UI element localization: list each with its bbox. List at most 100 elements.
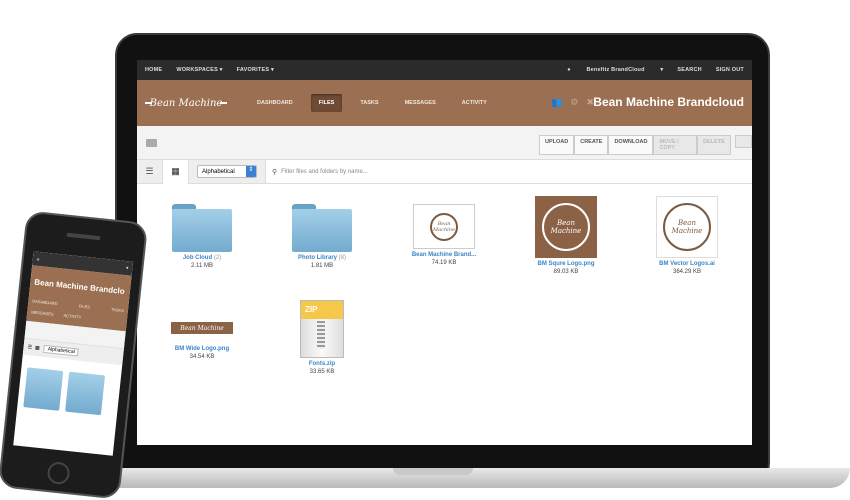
page-title: Bean Machine Brandcloud xyxy=(593,95,744,109)
user-icon: ● xyxy=(567,67,571,73)
phone-title: Bean Machine Brandclo xyxy=(33,277,126,297)
file-count: (2) xyxy=(213,255,222,261)
file-item[interactable]: Bean Machine BM Vector Logos.ai 364.29 K… xyxy=(642,196,732,275)
file-name: BM Vector Logos.ai xyxy=(659,261,715,267)
tab-dashboard[interactable]: DASHBOARD xyxy=(249,94,301,112)
phone-tab[interactable]: ACTIVITY xyxy=(63,313,81,320)
chevron-down-icon: ▾ xyxy=(219,67,223,73)
tab-files[interactable]: FILES xyxy=(310,94,343,112)
laptop-notch xyxy=(393,468,473,475)
file-size: 74.19 KB xyxy=(431,260,457,266)
logo-text: Bean Machine xyxy=(149,97,223,109)
file-size: 1.81 MB xyxy=(310,263,334,269)
file-size: 34.54 KB xyxy=(189,354,215,360)
delete-button[interactable]: DELETE xyxy=(697,135,731,155)
file-item[interactable]: Photo Library (8) 1.81 MB xyxy=(277,204,367,269)
app-window: HOME WORKSPACES ▾ FAVORITES ▾ ● Benefitz… xyxy=(137,60,752,445)
brand-logo[interactable]: Bean Machine xyxy=(145,96,227,110)
filter-placeholder: Filter files and folders by name... xyxy=(281,168,368,175)
list-view-icon[interactable]: ☰ xyxy=(137,159,163,184)
move-copy-button[interactable]: MOVE / COPY xyxy=(653,135,698,155)
logo-seal: Bean Machine xyxy=(542,203,590,251)
file-toolbar: UPLOAD CREATE DOWNLOAD MOVE / COPY DELET… xyxy=(137,126,752,160)
main-tabs: DASHBOARD FILES TASKS MESSAGES ACTIVITY xyxy=(249,94,505,112)
nav-workspaces-label: WORKSPACES xyxy=(176,67,218,73)
phone-speaker xyxy=(66,232,101,241)
image-thumbnail: Bean Machine xyxy=(656,196,718,258)
chevron-down-icon: ▾ xyxy=(660,67,664,73)
file-count: (8) xyxy=(338,255,347,261)
brand-icons: 👥 ⚙ ✖ xyxy=(543,97,594,108)
file-size: 33.65 KB xyxy=(309,369,335,375)
file-name: Job Cloud xyxy=(182,255,213,261)
nav-favorites[interactable]: FAVORITES ▾ xyxy=(237,67,274,73)
logo-seal: Bean Machine xyxy=(663,203,711,251)
sort-select[interactable]: Alphabetical ⇕ xyxy=(197,165,257,178)
home-button[interactable] xyxy=(46,461,71,486)
create-button[interactable]: CREATE xyxy=(574,135,609,155)
file-name: Fonts.zip xyxy=(308,361,336,367)
phone-tab[interactable]: TASKS xyxy=(111,307,124,313)
action-buttons: UPLOAD CREATE DOWNLOAD MOVE / COPY DELET… xyxy=(539,135,752,155)
users-icon[interactable]: 👥 xyxy=(551,97,562,108)
nav-search[interactable]: SEARCH xyxy=(677,67,701,73)
file-name: Photo Library xyxy=(297,255,337,261)
phone-brand-bar: Bean Machine Brandclo DASHBOARD FILES TASK… xyxy=(26,265,132,332)
filter-input[interactable]: ⚲ Filter files and folders by name... xyxy=(265,160,752,183)
phone-tab[interactable]: MESSAGES xyxy=(31,309,54,316)
file-item[interactable]: Bean Machine BM Squre Logo.png 89.03 KB xyxy=(521,196,611,275)
status-icons: ▾ xyxy=(125,265,129,271)
nav-signout[interactable]: SIGN OUT xyxy=(716,67,744,73)
phone-sort-select[interactable]: Alphabetical xyxy=(43,344,80,357)
file-item[interactable]: Bean Machine Bean Machine Brand... 74.19… xyxy=(399,204,489,266)
trash-button[interactable] xyxy=(734,135,752,148)
brand-bar: Bean Machine DASHBOARD FILES TASKS MESSA… xyxy=(137,80,752,126)
folder-icon[interactable] xyxy=(23,367,64,411)
file-size: 2.11 MB xyxy=(191,263,213,269)
phone-tab[interactable]: FILES xyxy=(79,303,91,309)
tab-messages[interactable]: MESSAGES xyxy=(397,94,444,112)
folder-icon xyxy=(172,204,232,252)
folder-icon xyxy=(146,139,157,147)
grid-view-icon[interactable]: ▦ xyxy=(35,345,40,351)
download-button[interactable]: DOWNLOAD xyxy=(608,135,654,155)
laptop-base xyxy=(100,468,850,488)
image-thumbnail: Bean Machine xyxy=(535,196,597,258)
file-item[interactable]: Bean Machine BM Wide Logo.png 34.54 KB xyxy=(157,322,247,360)
file-name: BM Wide Logo.png xyxy=(174,346,230,352)
zip-label: ZIP xyxy=(305,305,318,314)
sort-value: Alphabetical xyxy=(202,168,235,175)
chevron-down-icon: ▾ xyxy=(270,67,274,73)
nav-workspaces[interactable]: WORKSPACES ▾ xyxy=(176,67,222,73)
file-size: 89.03 KB xyxy=(553,269,579,275)
file-item[interactable]: Job Cloud (2) 2.11 MB xyxy=(157,204,247,269)
phone-file-grid xyxy=(16,355,122,429)
nav-home[interactable]: HOME xyxy=(145,67,162,73)
file-name: Bean Machine Brand... xyxy=(411,252,477,258)
file-size: 364.29 KB xyxy=(672,269,702,275)
account-label: Benefitz BrandCloud xyxy=(586,67,645,73)
image-thumbnail: Bean Machine xyxy=(171,322,233,334)
image-thumbnail: Bean Machine xyxy=(413,204,475,249)
nav-favorites-label: FAVORITES xyxy=(236,67,270,73)
file-name: BM Squre Logo.png xyxy=(537,261,595,267)
upload-button[interactable]: UPLOAD xyxy=(539,135,575,155)
phone-screen: ≡ ▾ Bean Machine Brandclo DASHBOARD FILES T… xyxy=(13,251,134,456)
top-nav: HOME WORKSPACES ▾ FAVORITES ▾ ● Benefitz… xyxy=(137,60,752,80)
folder-icon[interactable] xyxy=(65,371,106,416)
menu-icon: ≡ xyxy=(36,256,40,262)
zip-file-icon: ZIP xyxy=(300,300,344,358)
tab-activity[interactable]: ACTIVITY xyxy=(454,94,495,112)
list-view-icon[interactable]: ☰ xyxy=(27,344,32,350)
gear-icon[interactable]: ⚙ xyxy=(570,97,578,108)
logo-seal: Bean Machine xyxy=(430,212,458,241)
account-menu[interactable]: ● Benefitz BrandCloud ▾ xyxy=(553,67,663,73)
grid-view-icon[interactable]: ▦ xyxy=(163,159,189,184)
search-icon: ⚲ xyxy=(272,168,278,176)
filter-bar: ☰ ▦ Alphabetical ⇕ ⚲ Filter files and fold… xyxy=(137,159,752,184)
phone-tab[interactable]: DASHBOARD xyxy=(32,298,58,306)
file-item[interactable]: ZIP Fonts.zip 33.65 KB xyxy=(277,300,367,375)
folder-icon xyxy=(292,204,352,252)
select-arrow-icon: ⇕ xyxy=(246,166,256,177)
tab-tasks[interactable]: TASKS xyxy=(352,94,386,112)
